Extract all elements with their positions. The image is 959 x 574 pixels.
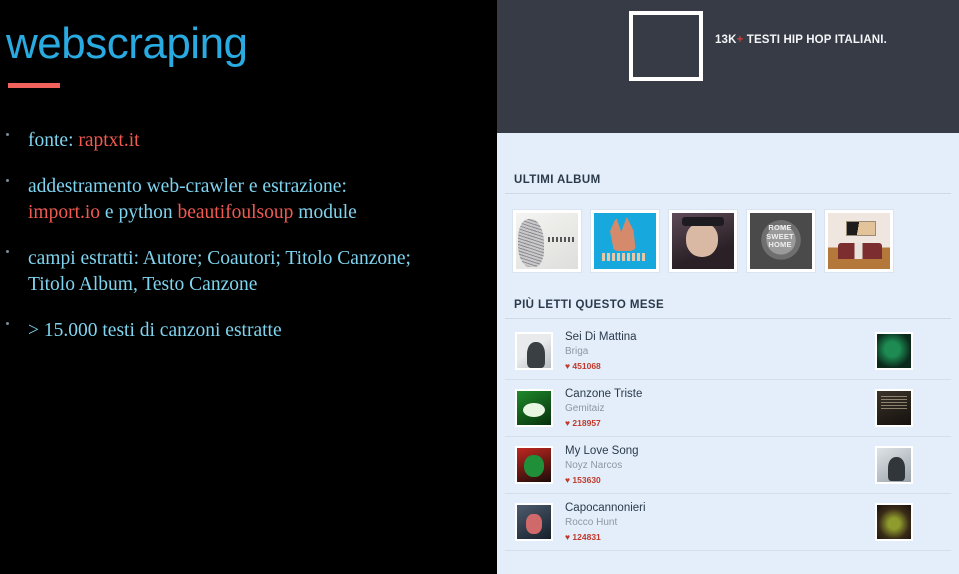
slide-left-panel: webscraping fonte: raptxt.it addestrament…	[0, 0, 497, 574]
song-thumbnail-art	[517, 448, 551, 482]
bullet-line: import.io e python beautifoulsoup module	[28, 200, 497, 226]
song-title[interactable]: Sei Di Mattina	[565, 330, 875, 346]
song-row[interactable]: My Love Song Noyz Narcos ♥ 153630	[505, 437, 951, 494]
most-read-song-list: Sei Di Mattina Briga ♥ 451068 Canzone Trist…	[497, 319, 959, 551]
tagline-count: 13K	[715, 34, 737, 46]
slide-bullet: campi estratti: Autore; Coautori; Titolo…	[0, 246, 497, 298]
song-like-count: ♥ 124831	[565, 531, 875, 544]
bullet-dot-icon	[6, 132, 9, 136]
site-header: 13K+ TESTI HIP HOP ITALIANI.	[497, 0, 959, 133]
slide-bullet: > 15.000 testi di canzoni estratte	[0, 318, 497, 344]
bullet-line: > 15.000 testi di canzoni estratte	[28, 318, 497, 344]
like-count-value: 218957	[570, 417, 601, 428]
song-thumbnail-art	[517, 334, 551, 368]
album-artwork	[672, 213, 734, 269]
song-thumbnail[interactable]	[515, 446, 553, 484]
song-row[interactable]: Capocannonieri Rocco Hunt ♥ 124831	[505, 494, 951, 551]
like-count-value: 153630	[570, 474, 601, 485]
song-thumbnail[interactable]	[515, 332, 553, 370]
song-side-thumbnail-art	[877, 391, 911, 425]
song-side-thumbnail-art	[877, 334, 911, 368]
song-meta: My Love Song Noyz Narcos ♥ 153630	[565, 444, 875, 487]
song-like-count: ♥ 451068	[565, 360, 875, 373]
song-side-thumbnail[interactable]	[875, 332, 913, 370]
bullet-dot-icon	[6, 322, 9, 326]
song-side-thumbnail[interactable]	[875, 503, 913, 541]
bullet-text-segment: addestramento web-crawler e estrazione:	[28, 175, 347, 197]
bullet-line: fonte: raptxt.it	[28, 128, 497, 154]
album-cover-5[interactable]	[825, 210, 893, 272]
like-count-value: 124831	[570, 531, 601, 542]
bullet-text-segment: beautifoulsoup	[177, 201, 294, 223]
section-heading-ultimi-album: ULTIMI ALBUM	[505, 133, 951, 194]
bullet-text-segment: raptxt.it	[78, 130, 140, 151]
song-like-count: ♥ 218957	[565, 417, 875, 430]
bullet-text-segment: campi estratti: Autore; Coautori; Titolo…	[28, 247, 411, 269]
bullet-dot-icon	[6, 250, 9, 254]
song-artist[interactable]: Gemitaiz	[565, 402, 875, 417]
slide-bullet: addestramento web-crawler e estrazione: i…	[0, 174, 497, 226]
song-row[interactable]: Sei Di Mattina Briga ♥ 451068	[505, 323, 951, 380]
section-heading-piu-letti: PIÙ LETTI QUESTO MESE	[505, 272, 951, 319]
song-side-thumbnail[interactable]	[875, 446, 913, 484]
song-title[interactable]: Capocannonieri	[565, 501, 875, 517]
raptxt-logo-square-icon	[629, 11, 703, 81]
album-cover-4[interactable]	[747, 210, 815, 272]
song-thumbnail[interactable]	[515, 503, 553, 541]
title-underline-rule	[8, 83, 60, 88]
latest-albums-strip	[497, 194, 959, 272]
song-side-thumbnail[interactable]	[875, 389, 913, 427]
slide-bullet: fonte: raptxt.it	[0, 128, 497, 154]
website-screenshot: 13K+ TESTI HIP HOP ITALIANI. ULTIMI ALBU…	[497, 0, 959, 574]
bullet-line: campi estratti: Autore; Coautori; Titolo…	[28, 246, 497, 272]
song-side-thumbnail-art	[877, 448, 911, 482]
song-thumbnail-art	[517, 505, 551, 539]
song-artist[interactable]: Briga	[565, 345, 875, 360]
album-artwork	[594, 213, 656, 269]
bullet-line: addestramento web-crawler e estrazione:	[28, 174, 497, 200]
bullet-line: Titolo Album, Testo Canzone	[28, 272, 497, 298]
album-artwork	[516, 213, 578, 269]
site-tagline: 13K+ TESTI HIP HOP ITALIANI.	[715, 34, 887, 46]
song-meta: Capocannonieri Rocco Hunt ♥ 124831	[565, 501, 875, 544]
album-artwork	[750, 213, 812, 269]
site-body: ULTIMI ALBUM PIÙ LETTI QUESTO MESE Sei D…	[497, 133, 959, 574]
bullet-text-segment: > 15.000 testi di canzoni estratte	[28, 319, 282, 341]
bullet-text-segment: e python	[100, 201, 178, 223]
album-artwork	[828, 213, 890, 269]
song-thumbnail[interactable]	[515, 389, 553, 427]
song-row[interactable]: Canzone Triste Gemitaiz ♥ 218957	[505, 380, 951, 437]
song-meta: Canzone Triste Gemitaiz ♥ 218957	[565, 387, 875, 430]
song-title[interactable]: Canzone Triste	[565, 387, 875, 403]
album-cover-2[interactable]	[591, 210, 659, 272]
bullet-dot-icon	[6, 178, 9, 182]
like-count-value: 451068	[570, 360, 601, 371]
slide-bullet-list: fonte: raptxt.it addestramento web-crawle…	[0, 128, 497, 364]
album-cover-3[interactable]	[669, 210, 737, 272]
album-cover-1[interactable]	[513, 210, 581, 272]
presentation-slide: webscraping fonte: raptxt.it addestrament…	[0, 0, 959, 574]
tagline-text: TESTI HIP HOP ITALIANI.	[743, 34, 887, 46]
bullet-text-segment: Titolo Album, Testo Canzone	[28, 273, 258, 295]
bullet-text-segment: import.io	[28, 201, 101, 223]
bullet-text-segment: fonte:	[28, 130, 79, 151]
bullet-text-segment: module	[293, 201, 357, 223]
song-title[interactable]: My Love Song	[565, 444, 875, 460]
song-like-count: ♥ 153630	[565, 474, 875, 487]
song-thumbnail-art	[517, 391, 551, 425]
song-artist[interactable]: Rocco Hunt	[565, 516, 875, 531]
song-meta: Sei Di Mattina Briga ♥ 451068	[565, 330, 875, 373]
song-artist[interactable]: Noyz Narcos	[565, 459, 875, 474]
song-side-thumbnail-art	[877, 505, 911, 539]
page-title: webscraping	[6, 19, 248, 68]
